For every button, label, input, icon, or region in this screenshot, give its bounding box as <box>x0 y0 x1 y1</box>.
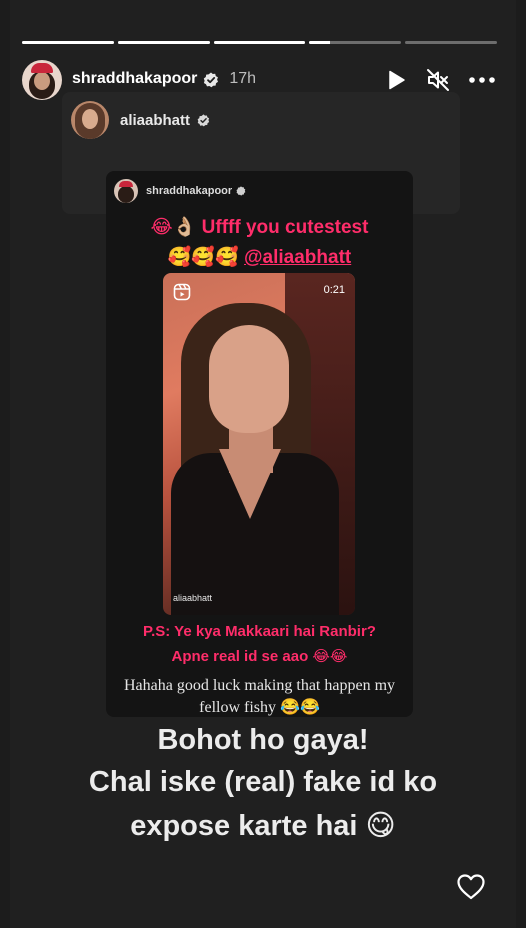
reel-video[interactable]: 0:21 aliaabhatt <box>163 273 355 615</box>
overlay-text-line-3: expose karte hai 😋 <box>130 810 396 842</box>
reel-icon <box>173 283 191 301</box>
progress-fill-1 <box>22 41 114 44</box>
shared-post-username: shraddhakapoor <box>146 185 233 197</box>
ps-line-2: Apne real id se aao 😂😂 <box>171 648 348 665</box>
progress-segment-3 <box>213 41 306 44</box>
repost-avatar[interactable] <box>71 101 109 139</box>
more-options-button[interactable] <box>468 66 496 94</box>
heart-icon[interactable] <box>456 872 486 902</box>
caption-emojis: 🥰🥰🥰 <box>167 247 245 268</box>
verified-badge-icon <box>204 72 219 88</box>
reel-duration: 0:21 <box>323 284 345 296</box>
story-progress-bar <box>22 41 497 44</box>
repost-avatar-face <box>82 109 98 129</box>
caption-line-1: 😂👌🏼 Uffff you cutestest <box>150 217 369 238</box>
story-time: 17h <box>229 70 257 87</box>
progress-segment-4 <box>309 41 402 44</box>
muted-speaker-icon <box>427 69 449 91</box>
shared-post-avatar-hat <box>119 181 133 187</box>
caption-line-2: 🥰🥰🥰 @aliaabhatt <box>106 245 413 269</box>
shared-post-avatar <box>114 179 138 203</box>
repost-username[interactable]: aliaabhatt <box>120 112 190 129</box>
play-icon <box>389 70 405 90</box>
progress-segment-2 <box>117 41 210 44</box>
overlay-text-line-1: Bohot ho gaya! <box>157 724 369 756</box>
progress-fill-3 <box>213 41 306 44</box>
profile-avatar[interactable] <box>22 60 62 100</box>
shared-post[interactable]: shraddhakapoor 😂👌🏼 Uffff you cutestest 🥰… <box>106 171 413 717</box>
shared-post-verified-badge-icon <box>236 186 246 196</box>
more-options-icon <box>469 77 495 83</box>
ps-line-1: P.S: Ye kya Makkaari hai Ranbir? <box>143 623 376 640</box>
play-button[interactable] <box>383 66 411 94</box>
progress-segment-1 <box>22 41 114 44</box>
overlay-text-line-2: Chal iske (real) fake id ko <box>88 766 438 798</box>
mute-button[interactable] <box>424 66 452 94</box>
mention-link[interactable]: @aliaabhatt <box>244 247 351 268</box>
shared-post-avatar-hair <box>118 186 134 203</box>
progress-fill-2 <box>117 41 210 44</box>
progress-segment-5 <box>405 41 497 44</box>
story-viewer: shraddhakapoor 17h aliaabhatt shraddhaka… <box>10 0 516 928</box>
repost-verified-badge-icon <box>197 114 210 127</box>
avatar-hat <box>31 63 53 73</box>
reply-line-1: Hahaha good luck making that happen my <box>123 677 396 694</box>
story-username[interactable]: shraddhakapoor <box>72 70 197 88</box>
progress-fill-4 <box>309 41 330 44</box>
avatar-face <box>34 72 50 90</box>
reel-person-face <box>209 325 289 433</box>
reply-line-2: fellow fishy 😂😂 <box>199 699 320 716</box>
reel-username: aliaabhatt <box>173 593 213 603</box>
